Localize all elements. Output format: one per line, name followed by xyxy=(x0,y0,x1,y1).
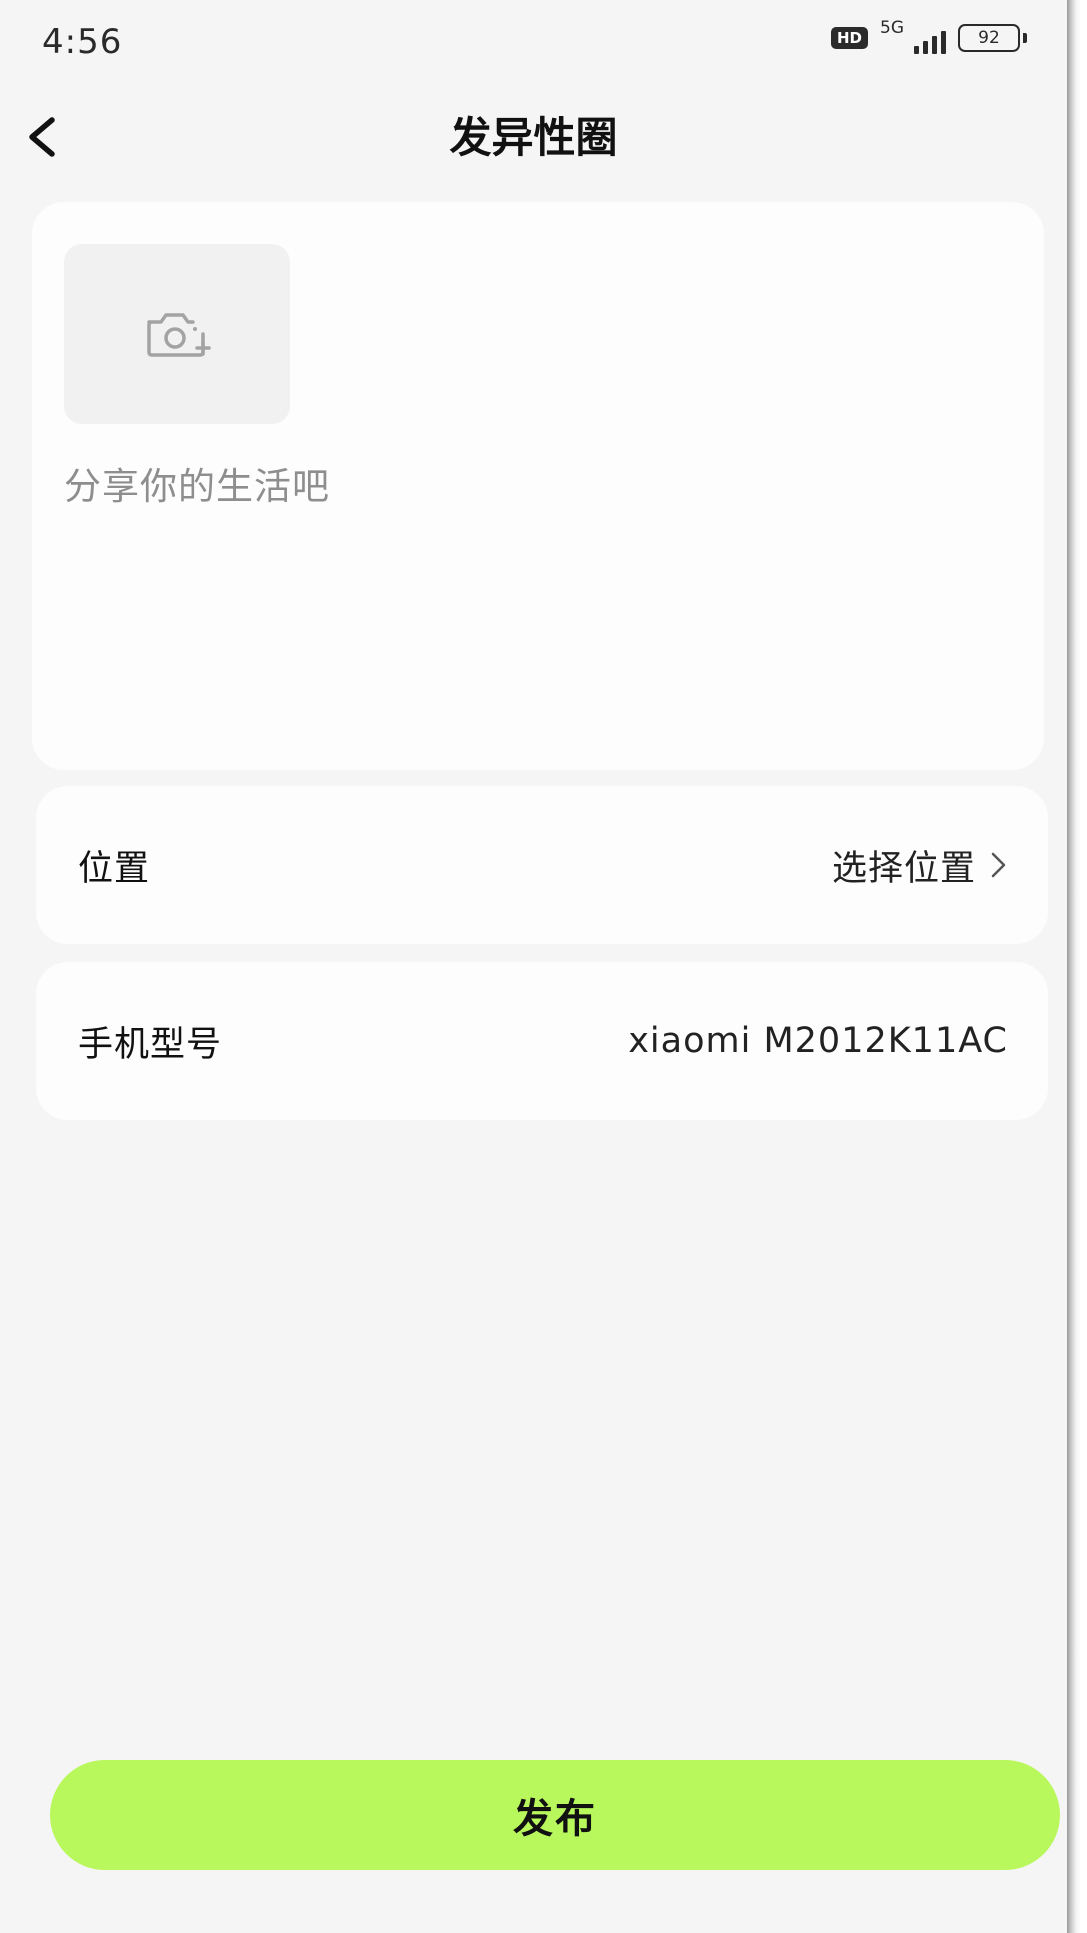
battery-level: 92 xyxy=(958,24,1020,52)
hd-badge: HD xyxy=(830,27,868,49)
phone-model-value: xiaomi M2012K11AC xyxy=(628,1021,1008,1061)
post-editor-card xyxy=(32,202,1044,770)
location-row[interactable]: 位置 选择位置 xyxy=(36,786,1048,944)
location-value: 选择位置 xyxy=(831,848,976,889)
network-type: 5G xyxy=(880,18,904,38)
chevron-right-icon xyxy=(991,852,1006,878)
status-time: 4:56 xyxy=(42,22,123,62)
battery-icon: 92 xyxy=(958,24,1027,52)
post-text-input[interactable] xyxy=(64,456,1004,736)
phone-model-label: 手机型号 xyxy=(78,1024,223,1065)
status-icons: HD 5G 92 xyxy=(830,18,1027,56)
frame-edge xyxy=(1067,0,1087,1933)
location-selector[interactable]: 选择位置 xyxy=(832,840,1008,891)
add-photo-button[interactable] xyxy=(64,244,290,424)
signal-bars xyxy=(914,31,946,54)
app-screen: 4:56 HD 5G 92 发异性圈 分享你的生活吧 位置 选择位置 手机型号 … xyxy=(0,0,1067,1933)
page-title: 发异性圈 xyxy=(449,113,618,162)
signal-icon: 5G xyxy=(880,18,946,56)
publish-button[interactable]: 发布 xyxy=(50,1760,1060,1870)
phone-model-row: 手机型号 xiaomi M2012K11AC xyxy=(36,962,1048,1120)
location-label: 位置 xyxy=(78,848,151,889)
camera-plus-icon xyxy=(147,313,211,357)
